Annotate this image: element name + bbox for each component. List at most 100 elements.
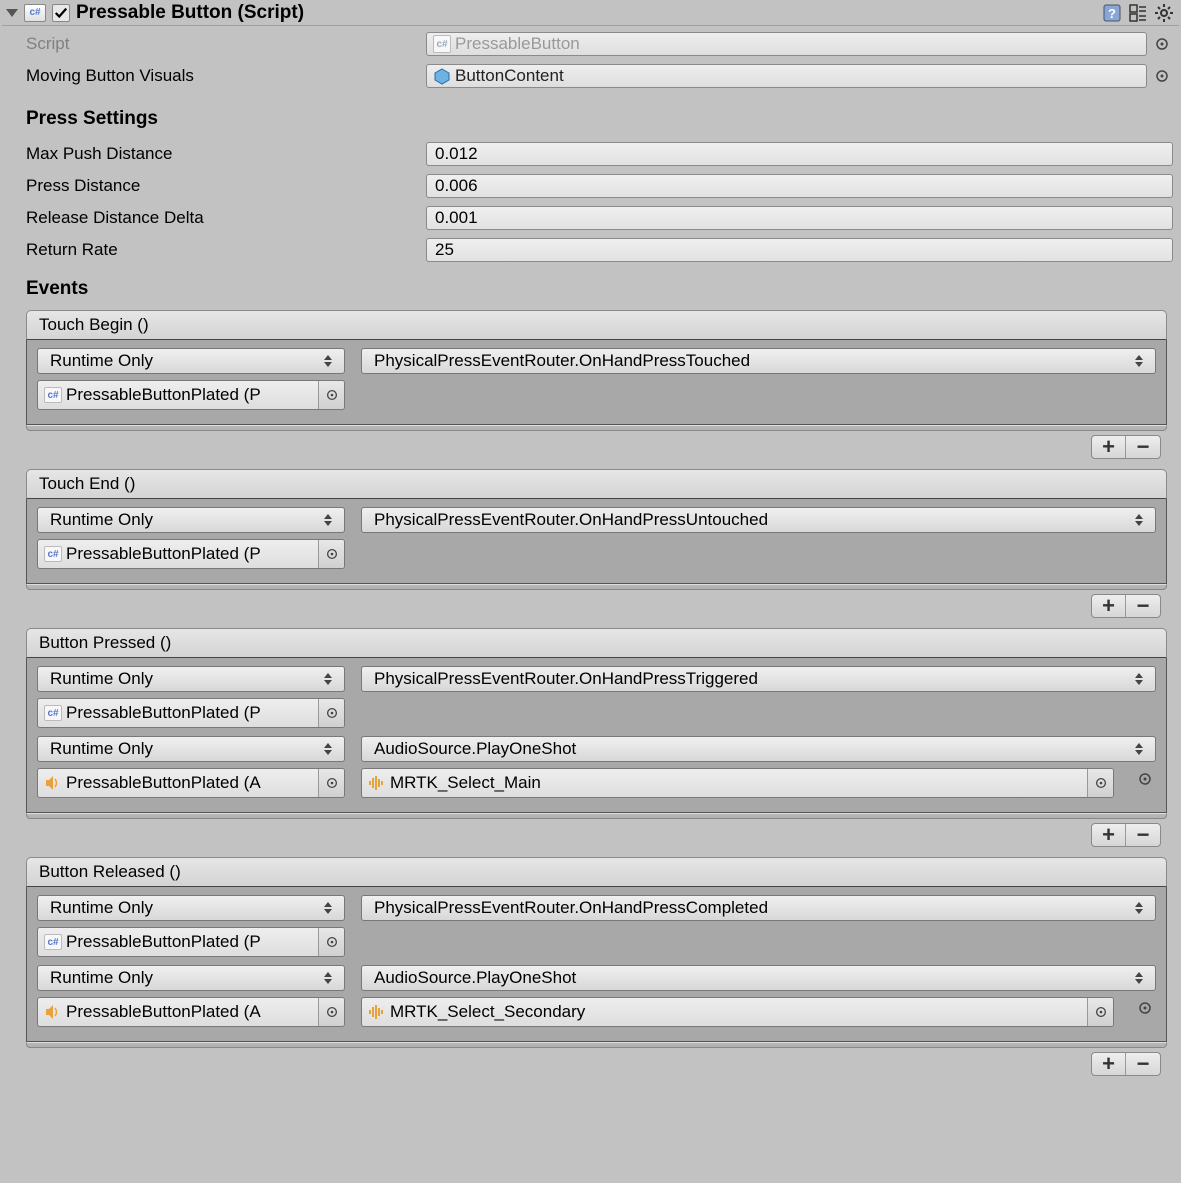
script-icon: c# — [24, 4, 46, 22]
gameobject-icon — [433, 67, 451, 85]
remove-listener-button[interactable]: − — [1126, 595, 1160, 617]
audioclip-icon — [368, 774, 386, 792]
object-picker-icon[interactable] — [1134, 997, 1156, 1019]
event-arg-field[interactable]: MRTK_Select_Secondary — [361, 997, 1114, 1027]
enable-checkbox[interactable] — [52, 4, 70, 22]
unity-event: Touch End () Runtime Only PhysicalPressE… — [26, 469, 1167, 622]
call-state-dropdown[interactable]: Runtime Only — [37, 666, 345, 692]
function-dropdown[interactable]: PhysicalPressEventRouter.OnHandPressTouc… — [361, 348, 1156, 374]
script-label: Script — [8, 34, 426, 54]
audioclip-icon — [368, 1003, 386, 1021]
remove-listener-button[interactable]: − — [1126, 436, 1160, 458]
unity-event: Touch Begin () Runtime Only PhysicalPres… — [26, 310, 1167, 463]
event-listener: Runtime Only AudioSource.PlayOneShot Pre… — [37, 965, 1156, 1027]
component-title: Pressable Button (Script) — [76, 2, 1101, 24]
add-remove-buttons: + − — [1091, 435, 1161, 459]
event-listener: Runtime Only AudioSource.PlayOneShot Pre… — [37, 736, 1156, 798]
event-target-value: PressableButtonPlated (P — [66, 544, 318, 564]
speaker-icon — [44, 1003, 62, 1021]
event-arg-value: MRTK_Select_Secondary — [390, 1002, 1087, 1022]
moving-visuals-value: ButtonContent — [455, 66, 564, 86]
add-listener-button[interactable]: + — [1092, 436, 1126, 458]
moving-visuals-label: Moving Button Visuals — [8, 66, 426, 86]
object-picker-icon[interactable] — [1087, 769, 1113, 797]
press-settings-header: Press Settings — [8, 90, 1173, 136]
max-push-label: Max Push Distance — [8, 144, 426, 164]
object-picker-icon[interactable] — [318, 769, 344, 797]
add-listener-button[interactable]: + — [1092, 595, 1126, 617]
object-picker-icon[interactable] — [318, 699, 344, 727]
return-rate-input[interactable] — [426, 238, 1173, 262]
event-target-field[interactable]: c#PressableButtonPlated (P — [37, 698, 345, 728]
object-picker-icon[interactable] — [318, 540, 344, 568]
call-state-dropdown[interactable]: Runtime Only — [37, 507, 345, 533]
event-target-field[interactable]: PressableButtonPlated (A — [37, 997, 345, 1027]
event-target-field[interactable]: PressableButtonPlated (A — [37, 768, 345, 798]
release-delta-input[interactable] — [426, 206, 1173, 230]
add-remove-buttons: + − — [1091, 823, 1161, 847]
add-listener-button[interactable]: + — [1092, 1053, 1126, 1075]
add-remove-buttons: + − — [1091, 594, 1161, 618]
event-title: Button Released () — [26, 857, 1167, 887]
cs-file-icon: c# — [44, 546, 62, 562]
function-dropdown[interactable]: AudioSource.PlayOneShot — [361, 965, 1156, 991]
speaker-icon — [44, 774, 62, 792]
event-listener: Runtime Only PhysicalPressEventRouter.On… — [37, 895, 1156, 957]
event-target-field[interactable]: c#PressableButtonPlated (P — [37, 539, 345, 569]
release-delta-label: Release Distance Delta — [8, 208, 426, 228]
object-picker-icon[interactable] — [318, 998, 344, 1026]
function-dropdown[interactable]: PhysicalPressEventRouter.OnHandPressUnto… — [361, 507, 1156, 533]
press-distance-label: Press Distance — [8, 176, 426, 196]
object-picker-icon[interactable] — [1151, 65, 1173, 87]
event-target-value: PressableButtonPlated (P — [66, 385, 318, 405]
preset-icon[interactable] — [1127, 2, 1149, 24]
event-arg-field[interactable]: MRTK_Select_Main — [361, 768, 1114, 798]
events-header: Events — [8, 264, 1173, 304]
event-target-value: PressableButtonPlated (A — [66, 1002, 318, 1022]
unity-event: Button Released () Runtime Only Physical… — [26, 857, 1167, 1080]
remove-listener-button[interactable]: − — [1126, 824, 1160, 846]
script-value: PressableButton — [455, 34, 580, 54]
object-picker-icon[interactable] — [318, 381, 344, 409]
add-listener-button[interactable]: + — [1092, 824, 1126, 846]
event-title: Touch End () — [26, 469, 1167, 499]
event-listener: Runtime Only PhysicalPressEventRouter.On… — [37, 507, 1156, 569]
help-icon[interactable]: ? — [1101, 2, 1123, 24]
event-target-value: PressableButtonPlated (A — [66, 773, 318, 793]
cs-file-icon: c# — [44, 934, 62, 950]
object-picker-icon[interactable] — [318, 928, 344, 956]
function-dropdown[interactable]: AudioSource.PlayOneShot — [361, 736, 1156, 762]
remove-listener-button[interactable]: − — [1126, 1053, 1160, 1075]
call-state-dropdown[interactable]: Runtime Only — [37, 348, 345, 374]
cs-file-icon: c# — [44, 387, 62, 403]
call-state-dropdown[interactable]: Runtime Only — [37, 895, 345, 921]
event-target-value: PressableButtonPlated (P — [66, 932, 318, 952]
event-arg-value: MRTK_Select_Main — [390, 773, 1087, 793]
return-rate-label: Return Rate — [8, 240, 426, 260]
press-distance-input[interactable] — [426, 174, 1173, 198]
object-picker-icon[interactable] — [1134, 768, 1156, 790]
add-remove-buttons: + − — [1091, 1052, 1161, 1076]
gear-icon[interactable] — [1153, 2, 1175, 24]
object-picker-icon[interactable] — [1151, 33, 1173, 55]
object-picker-icon[interactable] — [1087, 998, 1113, 1026]
cs-file-icon: c# — [433, 35, 451, 53]
event-target-field[interactable]: c#PressableButtonPlated (P — [37, 927, 345, 957]
component-header: c# Pressable Button (Script) ? — [2, 0, 1179, 26]
script-field: c# PressableButton — [426, 32, 1147, 56]
unity-event: Button Pressed () Runtime Only PhysicalP… — [26, 628, 1167, 851]
event-target-field[interactable]: c#PressableButtonPlated (P — [37, 380, 345, 410]
max-push-input[interactable] — [426, 142, 1173, 166]
component-inspector: c# Pressable Button (Script) ? Script c#… — [0, 0, 1181, 1088]
cs-file-icon: c# — [44, 705, 62, 721]
call-state-dropdown[interactable]: Runtime Only — [37, 736, 345, 762]
event-listener: Runtime Only PhysicalPressEventRouter.On… — [37, 348, 1156, 410]
function-dropdown[interactable]: PhysicalPressEventRouter.OnHandPressTrig… — [361, 666, 1156, 692]
event-listener: Runtime Only PhysicalPressEventRouter.On… — [37, 666, 1156, 728]
function-dropdown[interactable]: PhysicalPressEventRouter.OnHandPressComp… — [361, 895, 1156, 921]
svg-text:?: ? — [1108, 6, 1116, 21]
event-title: Touch Begin () — [26, 310, 1167, 340]
moving-visuals-field[interactable]: ButtonContent — [426, 64, 1147, 88]
call-state-dropdown[interactable]: Runtime Only — [37, 965, 345, 991]
foldout-toggle[interactable] — [6, 9, 18, 17]
